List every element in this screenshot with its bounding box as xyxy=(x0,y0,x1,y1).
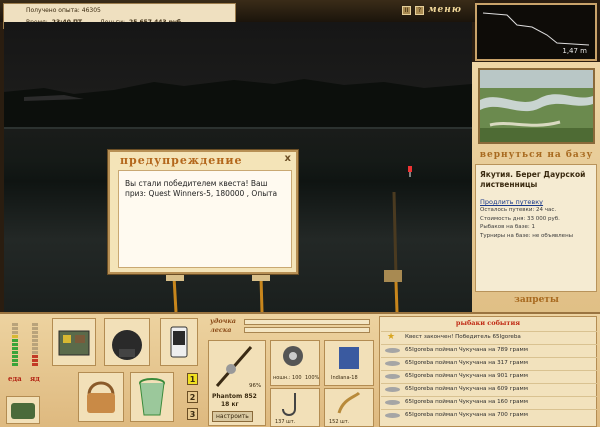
event-row: 65Igoreba поймал Чукучана на 609 грамм xyxy=(381,383,597,394)
rod-bar xyxy=(244,319,370,325)
rod-shaft xyxy=(392,191,398,278)
dialog-title: предупреждение xyxy=(120,154,243,167)
event-row: 65Igoreba поймал Чукучана на 901 грамм xyxy=(381,370,597,381)
rod-holder-2 xyxy=(259,276,264,312)
event-row: 65Igoreba поймал Чукучана на 160 грамм xyxy=(381,396,597,407)
fishers-at-base: Рыбаков на базе: 1 xyxy=(480,224,535,230)
basket-icon xyxy=(87,381,115,413)
rod-reel xyxy=(384,270,402,282)
bait-label: Indiana-18 xyxy=(331,375,358,381)
poison-meter xyxy=(32,322,38,366)
top-icons: II ? меню xyxy=(402,5,462,15)
menu-button[interactable]: меню xyxy=(428,5,462,15)
reel-icon xyxy=(283,346,303,366)
tournaments: Турниры на базе: не объявлены xyxy=(480,232,574,239)
poison-label: яд xyxy=(30,374,40,383)
rod-holder-1 xyxy=(172,276,178,312)
event-text: 65Igoreba поймал Чукучана на 789 грамм xyxy=(405,347,528,353)
bag-slot[interactable] xyxy=(6,396,40,424)
warning-dialog: предупреждение x Вы стали победителем кв… xyxy=(108,150,298,274)
rod-slot[interactable]: 96% Phantom 852 18 кг настроить xyxy=(208,340,266,426)
lure-count: 152 шт. xyxy=(329,419,350,425)
keepnet-slot[interactable] xyxy=(130,372,174,422)
lure-slot[interactable]: 152 шт. xyxy=(324,388,374,427)
trip-left: Осталось путевки: 24 час. xyxy=(480,207,557,213)
fish-icon xyxy=(385,348,400,353)
phone-slot[interactable] xyxy=(160,318,198,366)
float-icon xyxy=(408,166,412,172)
close-icon[interactable]: x xyxy=(285,153,291,164)
fish-icon xyxy=(385,400,400,405)
rod-name: Phantom 852 xyxy=(212,393,257,400)
bans-button[interactable]: запреты xyxy=(478,295,595,305)
tackle-box-icon xyxy=(58,330,90,356)
tackle-box-slot[interactable] xyxy=(52,318,96,366)
fish-icon xyxy=(385,361,400,366)
phone-icon xyxy=(170,326,188,358)
events-header: рыбаки события xyxy=(455,319,521,327)
rod-label: удочка xyxy=(210,317,236,325)
rod-section: удочка леска 96% Phantom 852 18 кг настр… xyxy=(208,316,374,427)
rod-percent: 96% xyxy=(249,383,262,389)
event-row: ★ Квест закончен! Победитель 65Igoreba xyxy=(381,331,597,342)
event-text: 65Igoreba поймал Чукучана на 901 грамм xyxy=(405,373,528,379)
depth-minimap[interactable]: 1,47 m xyxy=(475,3,597,61)
depth-value: 1,47 m xyxy=(562,47,587,55)
bait-icon xyxy=(339,347,359,369)
event-text: 65Igoreba поймал Чукучана на 609 грамм xyxy=(405,386,528,392)
level-2-button[interactable]: 2 xyxy=(187,391,198,403)
bag-icon xyxy=(11,403,35,419)
fish-icon xyxy=(385,413,400,418)
keepnet-icon xyxy=(139,378,165,416)
events-panel: рыбаки события ★ Квест закончен! Победите… xyxy=(379,316,597,427)
rod-holder-3 xyxy=(394,281,399,312)
location-photo xyxy=(478,68,595,144)
day-cost: Стоимость дня: 33 000 руб. xyxy=(480,215,560,222)
pause-icon[interactable]: II xyxy=(402,5,411,15)
hook-slot[interactable]: 137 шт. xyxy=(270,388,320,427)
extend-trip-link[interactable]: Продлить путевку xyxy=(480,198,592,206)
level-1-button[interactable]: 1 xyxy=(187,373,198,385)
experience-label: Получено опыта: xyxy=(26,7,80,14)
event-row: 65Igoreba поймал Чукучана на 317 грамм xyxy=(381,357,597,368)
help-icon[interactable]: ? xyxy=(415,5,424,15)
event-text: 65Igoreba поймал Чукучана на 700 грамм xyxy=(405,412,528,418)
rod-weight: 18 кг xyxy=(221,401,239,408)
event-text: 65Igoreba поймал Чукучана на 317 грамм xyxy=(405,360,528,366)
event-row: 65Igoreba поймал Чукучана на 789 грамм xyxy=(381,344,597,355)
event-text: Квест закончен! Победитель 65Igoreba xyxy=(405,334,521,340)
backpack-icon xyxy=(112,330,142,360)
basket-slot[interactable] xyxy=(78,372,124,422)
setup-button[interactable]: настроить xyxy=(212,411,253,422)
food-label: еда xyxy=(8,374,22,383)
location-title: Якутия. Берег Даурской лиственницы xyxy=(480,170,586,189)
event-row: 65Igoreba поймал Чукучана на 700 грамм xyxy=(381,409,597,420)
reel-percent: 100% xyxy=(305,375,320,381)
hook-icon xyxy=(282,393,296,416)
hook-count: 137 шт. xyxy=(275,419,296,425)
reel-slot[interactable]: ношн.: 100 100% xyxy=(270,340,320,386)
food-meter xyxy=(12,322,18,366)
dialog-message: Вы стали победителем квеста! Ваш приз: Q… xyxy=(118,170,292,268)
bait-slot[interactable]: Indiana-18 xyxy=(324,340,374,386)
event-text: 65Igoreba поймал Чукучана на 160 грамм xyxy=(405,399,528,405)
location-photo-art xyxy=(480,70,593,142)
shoreline xyxy=(4,127,472,129)
star-icon: ★ xyxy=(387,332,396,342)
backpack-slot[interactable] xyxy=(104,318,150,366)
reel-label: ношн.: 100 xyxy=(273,375,302,381)
line-bar xyxy=(244,327,370,333)
return-to-base-button[interactable]: вернуться на базу xyxy=(478,150,595,160)
fish-icon xyxy=(385,387,400,392)
experience-row: Получено опыта: 46305 xyxy=(26,7,101,14)
level-3-button[interactable]: 3 xyxy=(187,408,198,420)
fish-icon xyxy=(385,374,400,379)
lure-icon xyxy=(337,391,361,414)
line-label: леска xyxy=(210,326,232,334)
experience-value: 46305 xyxy=(81,7,101,14)
meters: еда яд xyxy=(4,316,46,383)
location-info: Якутия. Берег Даурской лиственницы Продл… xyxy=(475,164,597,292)
treeline xyxy=(4,79,472,127)
